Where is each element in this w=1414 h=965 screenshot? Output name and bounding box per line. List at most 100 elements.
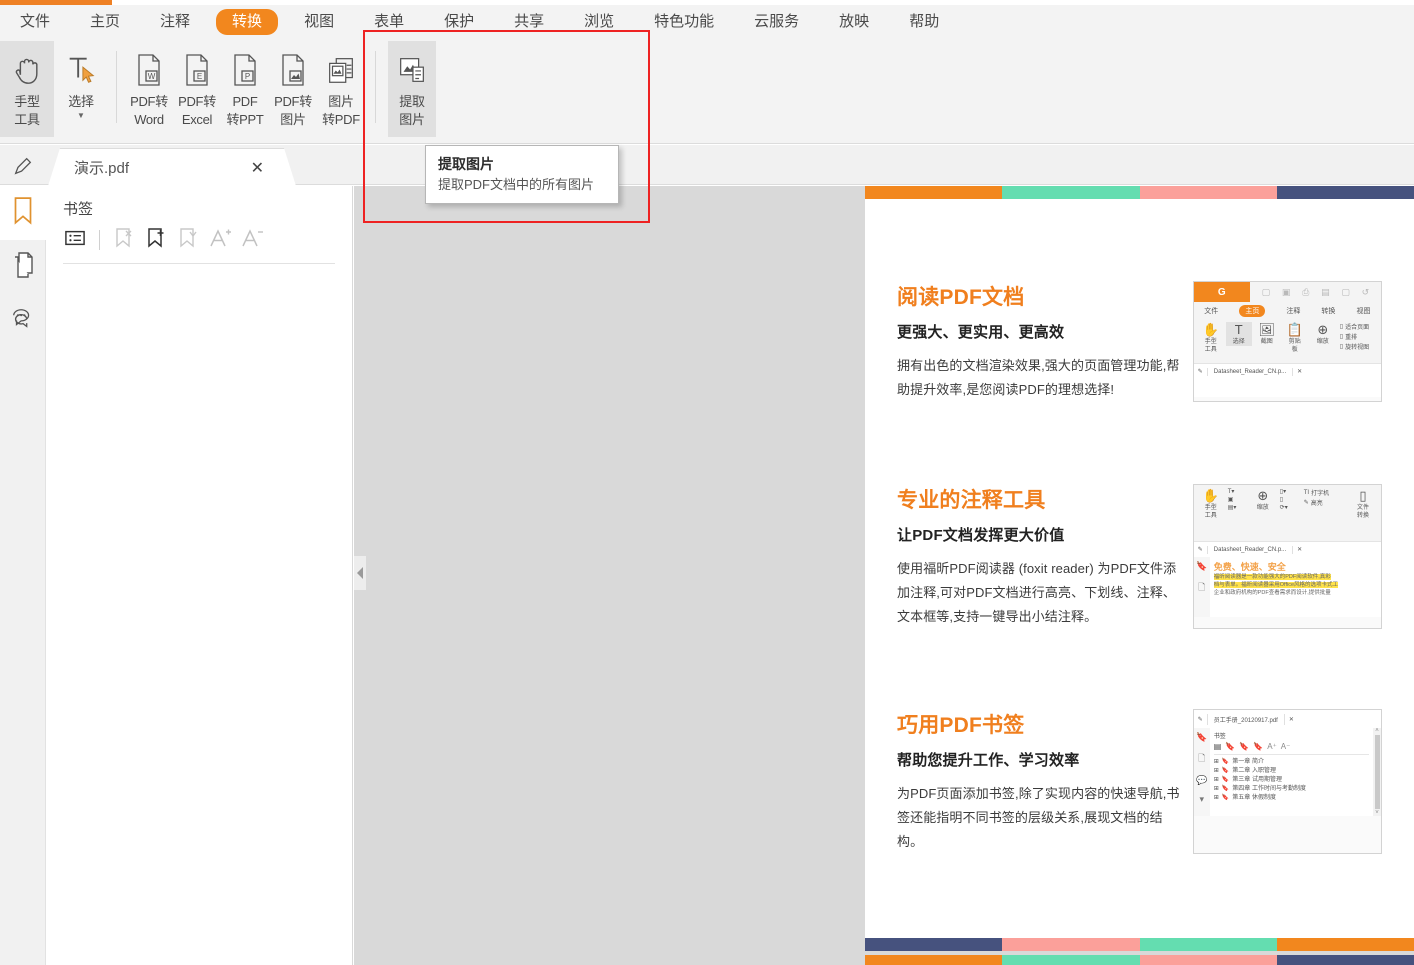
bookmark-tool-add-bookmark[interactable] <box>142 227 170 253</box>
bookmark-delete-icon[interactable]: 🔖 <box>1225 742 1235 751</box>
mini-right-item-0[interactable]: TI 打字机 <box>1304 488 1347 498</box>
menu-item-9[interactable]: 特色功能 <box>640 9 728 35</box>
expand-icon[interactable]: ⊞ <box>1214 767 1219 776</box>
mini-right-item-0[interactable]: ▯ 适合页面 <box>1340 322 1377 331</box>
chevron-down-icon[interactable]: ▼ <box>77 112 85 120</box>
expand-icon[interactable]: ⊞ <box>1214 776 1219 785</box>
mini-bookmark-row[interactable]: ⊞ 🔖 第一章 简介 <box>1214 758 1369 767</box>
mini-fit-icon-group[interactable]: ▯▾ <box>1280 488 1300 495</box>
mini-tool-1[interactable]: ⊕ 缩放 <box>1250 488 1276 512</box>
menu-item-5[interactable]: 表单 <box>360 9 418 35</box>
bookmark-tool-decrease-font[interactable] <box>238 227 266 253</box>
scroll-up-icon[interactable]: ˄ <box>1375 728 1379 734</box>
rail-item-pages[interactable] <box>0 240 46 294</box>
mini-right-item-1[interactable]: ▯ 重排 <box>1340 332 1377 341</box>
mini-scrollbar[interactable]: ˄ ˅ <box>1373 728 1381 816</box>
mini-tab-label[interactable]: Datasheet_Reader_CN.p... <box>1206 367 1294 376</box>
close-icon[interactable]: ✕ <box>1297 546 1302 553</box>
close-icon[interactable]: ✕ <box>251 158 264 178</box>
font-increase-icon[interactable]: A⁺ <box>1267 742 1277 751</box>
bookmark-icon: 🔖 <box>1221 795 1230 801</box>
menu-item-10[interactable]: 云服务 <box>740 9 813 35</box>
mini-menu-item-0[interactable]: 文件 <box>1204 306 1218 316</box>
menu-item-0[interactable]: 文件 <box>6 9 64 35</box>
mini-convert-tool[interactable]: ▯ 文件 转换 <box>1349 488 1377 520</box>
ribbon-button-label-2: 图片 <box>280 112 306 127</box>
mini-tool-1[interactable]: T 选择 <box>1225 322 1252 346</box>
mini-tab-row: ✎ Datasheet_Reader_CN.p... ✕ <box>1193 541 1381 557</box>
mini-typewriter-group[interactable]: T▾ <box>1228 488 1248 495</box>
ribbon-button-label: 图片 <box>328 94 354 109</box>
mini-area-group[interactable]: ▣ <box>1228 496 1248 503</box>
bookmark-tool-increase-font[interactable] <box>206 227 234 253</box>
bookmark-tool-list-view[interactable] <box>61 227 89 253</box>
menu-item-8[interactable]: 浏览 <box>570 9 628 35</box>
document-tab[interactable]: 演示.pdf ✕ <box>48 148 296 186</box>
mini-tool-0[interactable]: ✋ 手型 工具 <box>1198 322 1224 354</box>
mini-menu-item-4[interactable]: 视图 <box>1356 306 1370 316</box>
menu-item-6[interactable]: 保护 <box>430 9 488 35</box>
mini-rotate-icon-group[interactable]: ⟳▾ <box>1280 504 1300 511</box>
ribbon-button-image-to-pdf[interactable]: 图片 转PDF <box>317 41 365 137</box>
menu-item-2[interactable]: 注释 <box>146 9 204 35</box>
ribbon-button-select-tool[interactable]: 选择 ▼ <box>54 41 108 137</box>
ribbon-button-extract-images[interactable]: 提取 图片 <box>388 41 436 137</box>
mini-bookmark-row[interactable]: ⊞ 🔖 第二章 入职管理 <box>1214 767 1369 776</box>
mini-reflow-icon-group[interactable]: ▯ <box>1280 496 1300 503</box>
rail-item-bookmark[interactable] <box>0 186 46 240</box>
mini-tool-2[interactable]: 🖼 截图 <box>1254 322 1280 346</box>
bookmark-panel: 书签 <box>46 186 353 965</box>
mini-menu-item-2[interactable]: 注释 <box>1286 306 1300 316</box>
close-icon[interactable]: ✕ <box>1289 716 1294 723</box>
pen-icon[interactable] <box>8 153 38 179</box>
mini-tool-label: 缩放 <box>1256 505 1269 511</box>
mini-bookmark-row[interactable]: ⊞ 🔖 第三章 试用期管理 <box>1214 776 1369 785</box>
rail-item-comments[interactable] <box>0 294 46 348</box>
scroll-down-icon[interactable]: ˅ <box>1375 810 1379 816</box>
bookmark-icon[interactable]: 🔖 <box>1196 732 1207 743</box>
mini-tool-0[interactable]: ✋ 手型 工具 <box>1198 488 1224 520</box>
pen-icon: ✎ <box>1197 716 1203 723</box>
mini-right-item-2[interactable]: ▯ 旋转视图 <box>1340 342 1377 351</box>
mini-tool-4[interactable]: ⊕ 缩放 <box>1310 322 1336 346</box>
menu-item-1[interactable]: 主页 <box>76 9 134 35</box>
bookmark-icon[interactable]: 🔖 <box>1196 561 1207 572</box>
menu-item-11[interactable]: 放映 <box>825 9 883 35</box>
ribbon-button-hand-tool[interactable]: 手型 工具 <box>0 41 54 137</box>
menu-item-3[interactable]: 转换 <box>216 8 279 35</box>
menu-item-7[interactable]: 共享 <box>500 9 558 35</box>
mini-bookmark-row[interactable]: ⊞ 🔖 第五章 休假制度 <box>1214 794 1369 803</box>
mini-bookmark-row[interactable]: ⊞ 🔖 第四章 工作时间与考勤制度 <box>1214 785 1369 794</box>
mini-menu-item-3[interactable]: 转换 <box>1321 306 1335 316</box>
ribbon-button-pdf-to-image[interactable]: PDF转 图片 <box>269 41 317 137</box>
bookmark-add-icon[interactable]: 🔖 <box>1239 742 1249 751</box>
expand-icon[interactable]: ⊞ <box>1214 794 1219 803</box>
mini-right-item-1[interactable]: ✎ 高亮 <box>1304 498 1347 507</box>
bookmark-dropdown-icon[interactable]: 🔖 <box>1253 742 1263 751</box>
bookmark-tool-bookmark-options[interactable] <box>174 227 202 253</box>
font-decrease-icon[interactable]: A⁻ <box>1281 742 1291 751</box>
ribbon-button-pdf-to-word[interactable]: W PDF转 Word <box>125 41 173 137</box>
bookmark-tool-delete-bookmark[interactable] <box>110 227 138 253</box>
menu-item-4[interactable]: 视图 <box>290 9 348 35</box>
chevron-down-icon[interactable]: ▾ <box>1200 794 1205 805</box>
panel-collapse-handle[interactable] <box>354 556 366 590</box>
mini-tab-label[interactable]: Datasheet_Reader_CN.p... <box>1206 545 1294 554</box>
mini-menu-item-1[interactable]: 主页 <box>1239 304 1266 317</box>
pages-icon[interactable]: 🗋 <box>1198 751 1205 767</box>
expand-icon[interactable]: ⊞ <box>1214 785 1219 794</box>
close-icon[interactable]: ✕ <box>1297 368 1302 375</box>
pages-icon[interactable]: 🗋 <box>1198 580 1205 596</box>
expand-icon[interactable]: ⊞ <box>1214 758 1219 767</box>
ribbon-button-pdf-to-excel[interactable]: E PDF转 Excel <box>173 41 221 137</box>
ribbon-button-label: 提取 <box>399 94 425 109</box>
ribbon-button-pdf-to-ppt[interactable]: P PDF 转PPT <box>221 41 269 137</box>
list-icon[interactable]: ▤ <box>1214 742 1222 751</box>
mini-tool-3[interactable]: 📋 剪贴 板 <box>1282 322 1308 354</box>
menu-item-12[interactable]: 帮助 <box>895 9 953 35</box>
mini-note-group[interactable]: ▤▾ <box>1228 504 1248 511</box>
mini-tab-label[interactable]: 员工手册_20120917.pdf <box>1206 713 1285 725</box>
comment-icon[interactable]: 💬 <box>1196 775 1207 786</box>
top-bar-segment-1 <box>1002 186 1140 199</box>
scroll-thumb[interactable] <box>1374 735 1380 809</box>
